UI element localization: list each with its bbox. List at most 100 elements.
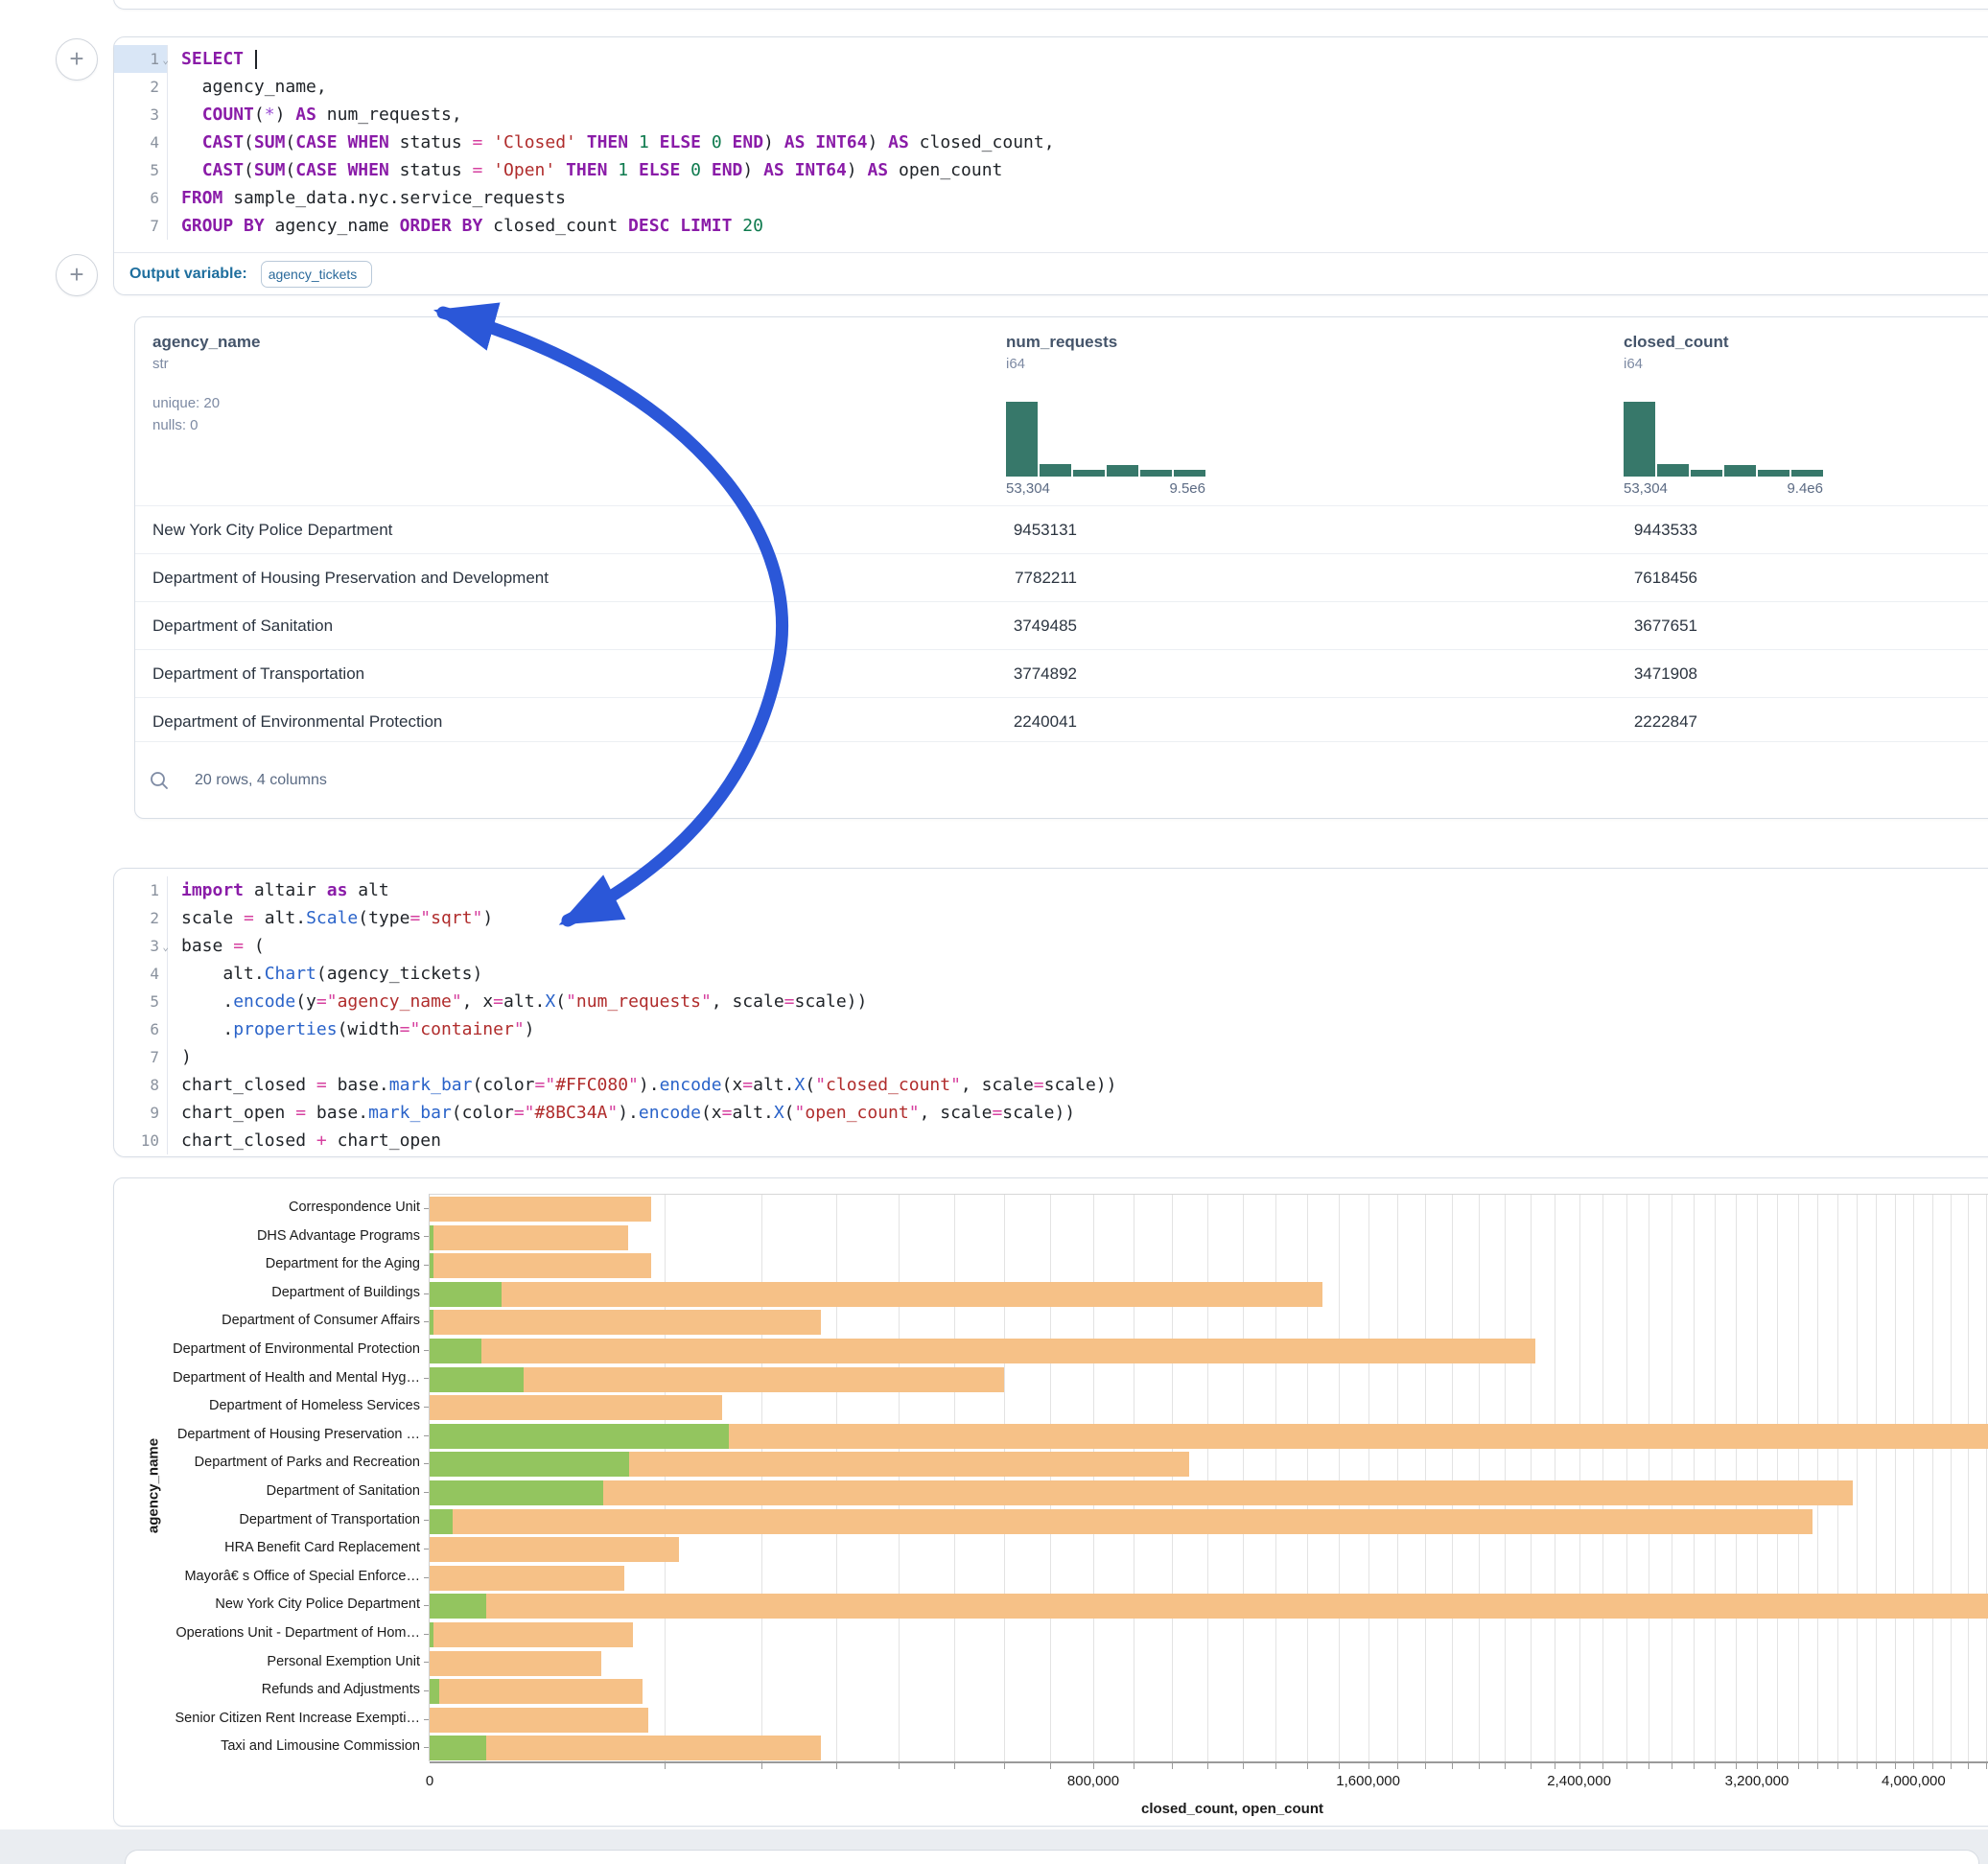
bar-open — [430, 1282, 502, 1307]
chart-gridline — [1207, 1195, 1208, 1762]
chart-gridline — [1172, 1195, 1173, 1762]
bar-open — [430, 1225, 433, 1250]
x-axis-minor-tick — [1602, 1763, 1603, 1769]
bar-open — [430, 1424, 729, 1449]
code-text: CAST(SUM(CASE WHEN status = 'Open' THEN … — [168, 156, 1002, 184]
chart-gridline — [1397, 1195, 1398, 1762]
chart-gridline — [1425, 1195, 1426, 1762]
output-variable-row: Output variable: agency_tickets — [114, 252, 1988, 294]
x-axis-tick-label: 2,400,000 — [1547, 1773, 1611, 1789]
fold-chevron-icon[interactable]: ⌄ — [162, 46, 169, 74]
x-axis-minor-tick — [1531, 1763, 1532, 1769]
x-axis-minor-tick — [1951, 1763, 1952, 1769]
y-axis-label: HRA Benefit Card Replacement — [163, 1534, 420, 1562]
bar-open — [430, 1367, 524, 1392]
bar-closed — [430, 1253, 651, 1278]
code-text: .encode(y="agency_name", x=alt.X("num_re… — [168, 988, 867, 1015]
chart-gridline — [1857, 1195, 1858, 1762]
bar-closed — [430, 1566, 624, 1591]
cell-agency-name: Department of Transportation — [152, 664, 364, 683]
search-icon[interactable] — [149, 770, 170, 791]
code-text: agency_name, — [168, 73, 327, 101]
histogram-bar — [1107, 465, 1138, 477]
chart-gridline — [1798, 1195, 1799, 1762]
code-line: 4 alt.Chart(agency_tickets) — [114, 960, 1988, 988]
text-cursor — [255, 50, 257, 69]
y-axis-label: Refunds and Adjustments — [163, 1676, 420, 1704]
x-axis-minor-tick — [665, 1763, 666, 1769]
line-number: 4 — [114, 128, 168, 156]
chart-gridline — [1602, 1195, 1603, 1762]
chart-gridline — [1876, 1195, 1877, 1762]
chart-gridline — [899, 1195, 900, 1762]
code-text: CAST(SUM(CASE WHEN status = 'Closed' THE… — [168, 128, 1055, 156]
bar-closed — [430, 1594, 1988, 1619]
chart-gridline — [1093, 1195, 1094, 1762]
chart-gridline — [1951, 1195, 1952, 1762]
column-header-agency-name[interactable]: agency_name str unique: 20 nulls: 0 — [152, 333, 260, 433]
x-axis-minor-tick — [1932, 1763, 1933, 1769]
code-text: GROUP BY agency_name ORDER BY closed_cou… — [168, 212, 763, 240]
bar-closed — [430, 1339, 1535, 1363]
x-axis-minor-tick — [1857, 1763, 1858, 1769]
code-line: 2scale = alt.Scale(type="sqrt") — [114, 904, 1988, 932]
code-text: base = ( — [168, 932, 265, 960]
python-cell[interactable]: 1import altair as alt2scale = alt.Scale(… — [113, 868, 1988, 1157]
y-axis-label: Department of Housing Preservation … — [163, 1421, 420, 1449]
y-axis-label: Mayorâ€ s Office of Special Enforce… — [163, 1563, 420, 1591]
output-variable-pill[interactable]: agency_tickets — [261, 261, 372, 288]
x-axis-minor-tick — [1876, 1763, 1877, 1769]
y-axis-label: Department of Parks and Recreation — [163, 1449, 420, 1477]
chart-gridline — [1817, 1195, 1818, 1762]
x-axis-tick-label: 1,600,000 — [1336, 1773, 1400, 1789]
chart-gridline — [1243, 1195, 1244, 1762]
output-variable-label: Output variable: — [129, 266, 247, 283]
table-row[interactable]: Department of Transportation377489234719… — [135, 649, 1988, 697]
x-axis-minor-tick — [1895, 1763, 1896, 1769]
line-number: 10 — [114, 1127, 168, 1154]
cell-num-requests: 9453131 — [1014, 506, 1077, 553]
bar-closed — [430, 1622, 633, 1647]
chart-gridline — [1715, 1195, 1716, 1762]
chart-gridline — [1626, 1195, 1627, 1762]
table-row[interactable]: Department of Housing Preservation and D… — [135, 553, 1988, 601]
y-axis-label: Department of Sanitation — [163, 1478, 420, 1505]
chart-gridline — [1004, 1195, 1005, 1762]
table-row[interactable]: Department of Environmental Protection22… — [135, 697, 1988, 745]
code-text: ) — [168, 1043, 192, 1071]
bar-open — [430, 1594, 486, 1619]
y-axis-label: Department of Buildings — [163, 1279, 420, 1307]
cell-closed-count: 7618456 — [1634, 554, 1697, 601]
x-axis-minor-tick — [1425, 1763, 1426, 1769]
table-row[interactable]: Department of Sanitation37494853677651 — [135, 601, 1988, 649]
histogram-closed-count-labels: 53,304 9.4e6 — [1624, 480, 1823, 497]
x-axis-minor-tick — [1050, 1763, 1051, 1769]
y-axis-tick — [424, 1407, 429, 1408]
chart-gridline — [1275, 1195, 1276, 1762]
python-code-editor[interactable]: 1import altair as alt2scale = alt.Scale(… — [114, 876, 1988, 1154]
code-line: 5 .encode(y="agency_name", x=alt.X("num_… — [114, 988, 1988, 1015]
y-axis-label: Senior Citizen Rent Increase Exempti… — [163, 1705, 420, 1733]
x-axis-minor-tick — [1757, 1763, 1758, 1769]
bar-closed — [430, 1480, 1853, 1505]
column-header-num-requests[interactable]: num_requests i64 — [1006, 333, 1117, 372]
add-cell-button-top[interactable]: + — [56, 38, 98, 81]
sql-cell[interactable]: 1⌄SELECT 2 agency_name,3 COUNT(*) AS num… — [113, 36, 1988, 295]
line-number: 1⌄ — [114, 45, 168, 73]
cell-closed-count: 3471908 — [1634, 650, 1697, 697]
x-axis-minor-tick — [1715, 1763, 1716, 1769]
bar-closed — [430, 1282, 1322, 1307]
code-text: scale = alt.Scale(type="sqrt") — [168, 904, 493, 932]
fold-chevron-icon[interactable]: ⌄ — [162, 933, 169, 961]
chart-gridline — [1452, 1195, 1453, 1762]
line-number: 7 — [114, 1043, 168, 1071]
chart-plot-area — [430, 1194, 1988, 1762]
y-axis-label: DHS Advantage Programs — [163, 1223, 420, 1250]
x-axis-minor-tick — [1307, 1763, 1308, 1769]
sql-code-editor[interactable]: 1⌄SELECT 2 agency_name,3 COUNT(*) AS num… — [114, 45, 1988, 240]
y-axis-tick — [424, 1690, 429, 1691]
add-cell-button-bottom[interactable]: + — [56, 254, 98, 296]
cell-agency-name: Department of Sanitation — [152, 617, 333, 635]
table-row[interactable]: New York City Police Department945313194… — [135, 505, 1988, 553]
column-header-closed-count[interactable]: closed_count i64 — [1624, 333, 1729, 372]
